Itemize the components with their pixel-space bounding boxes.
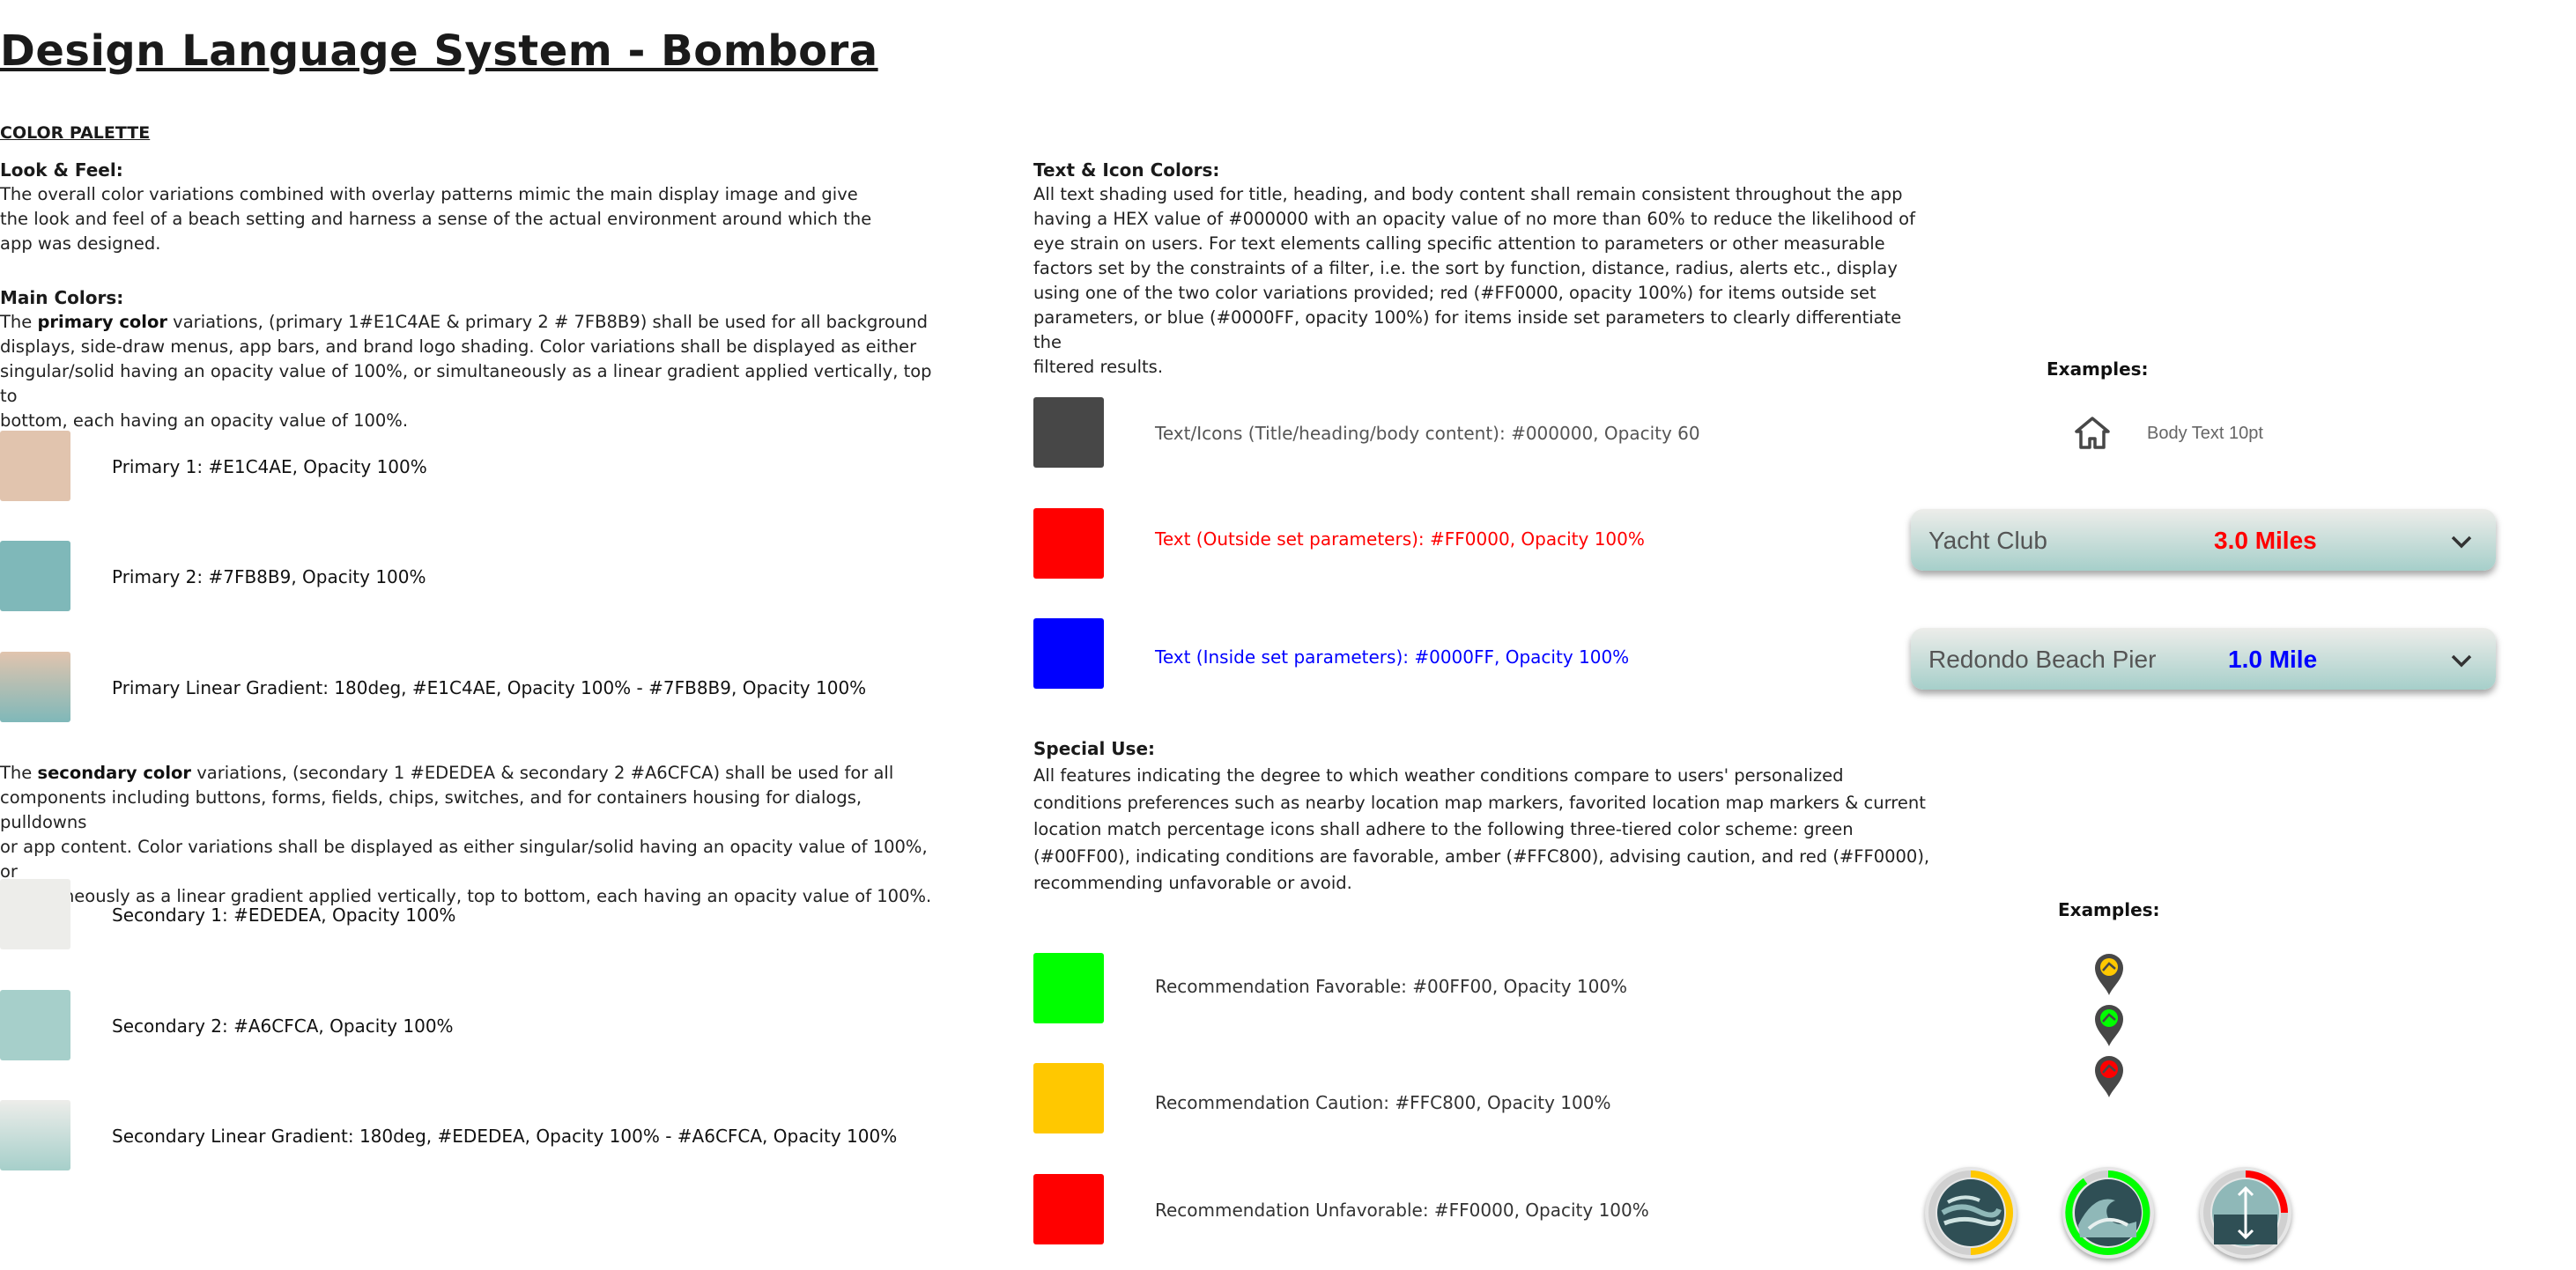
paragraph-line: the look and feel of a beach setting and… [0,209,872,229]
primary-color-term: primary color [37,312,167,332]
paragraph-line: displays, side-draw menus, app bars, and… [0,336,917,357]
primary-2-swatch [0,541,70,611]
primary-1-swatch [0,431,70,501]
wave-match-icon [2062,1167,2154,1259]
primary-gradient-label: Primary Linear Gradient: 180deg, #E1C4AE… [112,677,867,698]
rec-unfavorable-swatch [1033,1174,1104,1244]
text-icon-paragraph: All text shading used for title, heading… [1033,182,1932,380]
text-outside-label: Text (Outside set parameters): #FF0000, … [1155,528,1645,550]
rec-favorable-swatch [1033,953,1104,1023]
text-icon-heading: Text & Icon Colors: [1033,159,1220,181]
rec-caution-label: Recommendation Caution: #FFC800, Opacity… [1155,1092,1611,1113]
secondary-colors-paragraph: The secondary color variations, (seconda… [0,761,934,909]
rec-favorable-label: Recommendation Favorable: #00FF00, Opaci… [1155,976,1628,997]
paragraph-line: location match percentage icons shall ad… [1033,819,1854,839]
paragraph-line: The secondary color variations, (seconda… [0,763,894,783]
rec-unfavorable-label: Recommendation Unfavorable: #FF0000, Opa… [1155,1200,1649,1221]
dropdown-location-name: Redondo Beach Pier [1928,646,2157,673]
surfer-marker-icon [2091,1002,2127,1048]
dropdown-location-name: Yacht Club [1928,527,2047,554]
text-inside-swatch [1033,618,1104,689]
home-icon [2073,414,2112,453]
surfer-marker-icon [2091,1053,2127,1099]
location-dropdown-redondo-beach-pier[interactable]: Redondo Beach Pier 1.0 Mile [1911,628,2496,690]
look-feel-paragraph: The overall color variations combined wi… [0,182,881,256]
page-title: Design Language System - Bombora [0,26,878,76]
tide-match-icon [2200,1167,2291,1259]
paragraph-line: components including buttons, forms, fie… [0,787,862,832]
main-colors-heading: Main Colors: [0,287,124,308]
paragraph-line: using one of the two color variations pr… [1033,283,1876,303]
rec-caution-swatch [1033,1063,1104,1133]
location-dropdown-yacht-club[interactable]: Yacht Club 3.0 Miles [1911,509,2496,571]
secondary-gradient-label: Secondary Linear Gradient: 180deg, #EDED… [112,1126,898,1147]
main-colors-paragraph: The primary color variations, (primary 1… [0,310,934,433]
paragraph-line: parameters, or blue (#0000FF, opacity 10… [1033,307,1902,352]
text-inside-label: Text (Inside set parameters): #0000FF, O… [1155,646,1630,668]
text-icons-label: Text/Icons (Title/heading/body content):… [1155,423,1700,444]
secondary-color-term: secondary color [37,763,192,783]
secondary-1-label: Secondary 1: #EDEDEA, Opacity 100% [112,905,456,926]
special-use-paragraph: All features indicating the degree to wh… [1033,763,1932,897]
paragraph-line: The overall color variations combined wi… [0,184,858,204]
primary-gradient-swatch [0,652,70,722]
special-use-heading: Special Use: [1033,738,1156,759]
paragraph-line: having a HEX value of #000000 with an op… [1033,209,1915,229]
surfer-marker-icon [2091,951,2127,997]
text-outside-swatch [1033,508,1104,579]
secondary-gradient-swatch [0,1100,70,1170]
text-icons-swatch [1033,397,1104,468]
secondary-1-swatch [0,879,70,949]
look-feel-heading: Look & Feel: [0,159,123,181]
secondary-2-swatch [0,990,70,1060]
paragraph-line: singular/solid having an opacity value o… [0,361,932,406]
paragraph-line: app was designed. [0,233,161,254]
paragraph-line: filtered results. [1033,357,1164,377]
paragraph-line: or app content. Color variations shall b… [0,837,928,882]
paragraph-line: bottom, each having an opacity value of … [0,410,409,431]
paragraph-line: The primary color variations, (primary 1… [0,312,928,332]
primary-1-label: Primary 1: #E1C4AE, Opacity 100% [112,456,427,477]
chevron-down-icon[interactable] [2450,649,2473,672]
paragraph-line: All features indicating the degree to wh… [1033,765,1844,786]
paragraph-line: factors set by the constraints of a filt… [1033,258,1898,278]
paragraph-line: recommending unfavorable or avoid. [1033,873,1352,893]
dropdown-distance: 3.0 Miles [2214,527,2317,554]
dropdown-distance: 1.0 Mile [2228,646,2318,673]
paragraph-line: conditions preferences such as nearby lo… [1033,792,1926,813]
paragraph-line: eye strain on users. For text elements c… [1033,233,1885,254]
examples-heading-2: Examples: [2058,899,2160,920]
wind-match-icon [1925,1167,2017,1259]
secondary-2-label: Secondary 2: #A6CFCA, Opacity 100% [112,1015,454,1037]
paragraph-line: (#00FF00), indicating conditions are fav… [1033,845,1930,867]
paragraph-line: All text shading used for title, heading… [1033,184,1903,204]
chevron-down-icon[interactable] [2450,530,2473,553]
examples-heading-1: Examples: [2047,358,2149,380]
body-text-sample: Body Text 10pt [2147,424,2263,443]
primary-2-label: Primary 2: #7FB8B9, Opacity 100% [112,566,426,587]
color-palette-label: COLOR PALETTE [0,123,151,143]
